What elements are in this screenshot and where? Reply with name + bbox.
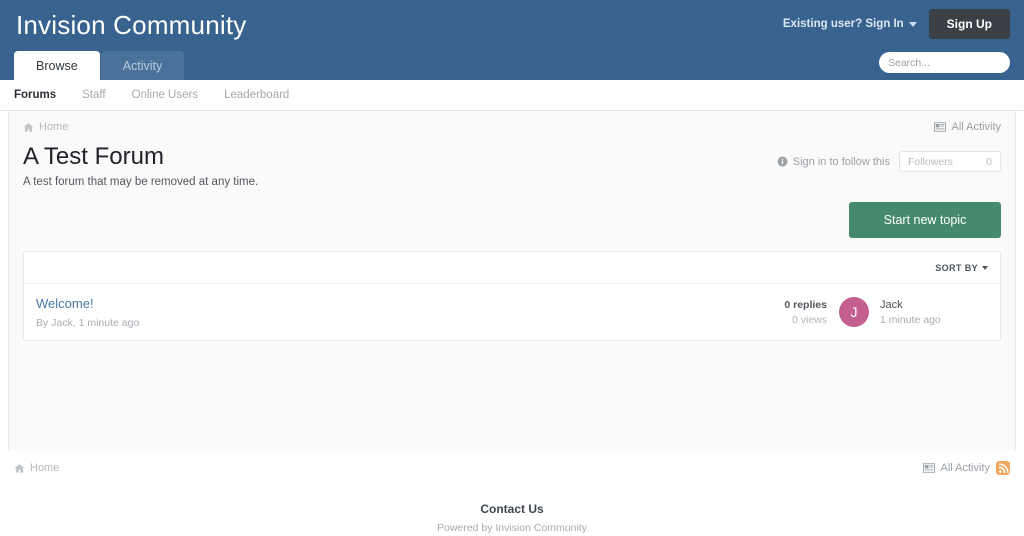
footer-right: All Activity [923,461,1010,475]
home-icon [23,122,34,132]
subnav-item-leaderboard[interactable]: Leaderboard [224,89,289,101]
topic-title-link[interactable]: Welcome! [36,296,94,311]
user-bar: Existing user? Sign In Sign Up [783,9,1010,39]
footer-all-activity-link[interactable]: All Activity [923,462,990,474]
search-box[interactable] [879,52,1024,73]
home-icon [14,463,25,473]
site-header: Invision Community Existing user? Sign I… [0,0,1024,80]
chevron-down-icon [908,21,917,27]
avatar[interactable]: J [839,297,869,328]
newspaper-icon [934,122,947,132]
follow-controls: Sign in to follow this Followers 0 [777,151,1001,172]
follow-label: Sign in to follow this [792,155,890,168]
forum-description: A test forum that may be removed at any … [23,176,259,189]
tab-browse[interactable]: Browse [14,51,100,80]
footer-nav: Home All Activity [0,451,1024,485]
all-activity-link[interactable]: All Activity [934,121,1001,133]
view-count: 0 views [791,313,827,326]
followers-button[interactable]: Followers 0 [899,151,1001,172]
forum-title-block: A Test Forum A test forum that may be re… [23,143,258,188]
table-row[interactable]: Welcome! By Jack, 1 minute ago 0 replies… [24,284,1000,340]
sign-in-label: Existing user? Sign In [782,18,904,30]
last-poster-name[interactable]: Jack [880,299,988,311]
main-content: Home All Activity A Test Forum A test fo… [8,111,1016,451]
forum-header: A Test Forum A test forum that may be re… [15,137,1009,188]
action-row: Start new topic [15,188,1009,239]
topic-main: Welcome! By Jack, 1 minute ago [36,295,784,329]
start-new-topic-button[interactable]: Start new topic [849,202,1001,239]
breadcrumb-row: Home All Activity [15,111,1009,137]
footer-all-activity-label: All Activity [940,462,990,474]
footer-home-link[interactable]: Home [14,462,59,474]
secondary-nav: Forums Staff Online Users Leaderboard [0,80,1024,111]
breadcrumb-home-label: Home [39,121,69,133]
forum-page: Invision Community Existing user? Sign I… [0,0,1024,536]
breadcrumb-home[interactable]: Home [23,121,68,133]
sign-in-link[interactable]: Existing user? Sign In [783,18,917,30]
topic-stats: 0 replies 0 views [784,299,827,326]
sign-in-to-follow[interactable]: Sign in to follow this [777,156,890,168]
all-activity-label: All Activity [951,121,1001,133]
subnav-item-staff[interactable]: Staff [82,89,105,101]
newspaper-icon [923,463,936,473]
tab-activity[interactable]: Activity [100,51,185,80]
last-poster-time: 1 minute ago [880,313,941,326]
topic-list-header: SORT BY [24,252,1000,285]
sort-by-label: SORT BY [935,262,978,273]
site-title: Invision Community [16,10,247,40]
topic-meta: By Jack, 1 minute ago [36,317,140,330]
subnav-item-forums[interactable]: Forums [14,89,56,101]
chevron-down-icon [982,265,988,270]
footer-home-label: Home [30,462,60,474]
rss-glyph [998,462,1009,473]
powered-by-label: Powered by Invision Community [437,522,587,534]
reply-count: 0 replies [784,298,827,311]
sort-by-dropdown[interactable]: SORT BY [935,263,988,273]
sign-up-button[interactable]: Sign Up [928,9,1010,39]
search-input[interactable] [888,56,1023,69]
rss-icon[interactable] [996,461,1010,475]
contact-us-link[interactable]: Contact Us [0,502,1024,516]
followers-label: Followers [908,155,953,168]
footer-bottom: Contact Us Powered by Invision Community [0,485,1024,534]
page-title: A Test Forum [23,143,164,170]
last-poster: Jack 1 minute ago [880,299,988,326]
info-icon [777,156,788,167]
followers-count: 0 [986,155,992,168]
primary-tabs: Browse Activity [14,51,185,80]
subnav-item-online-users[interactable]: Online Users [132,89,198,101]
topic-list-card: SORT BY Welcome! By Jack, 1 minute ago 0… [23,251,1001,342]
